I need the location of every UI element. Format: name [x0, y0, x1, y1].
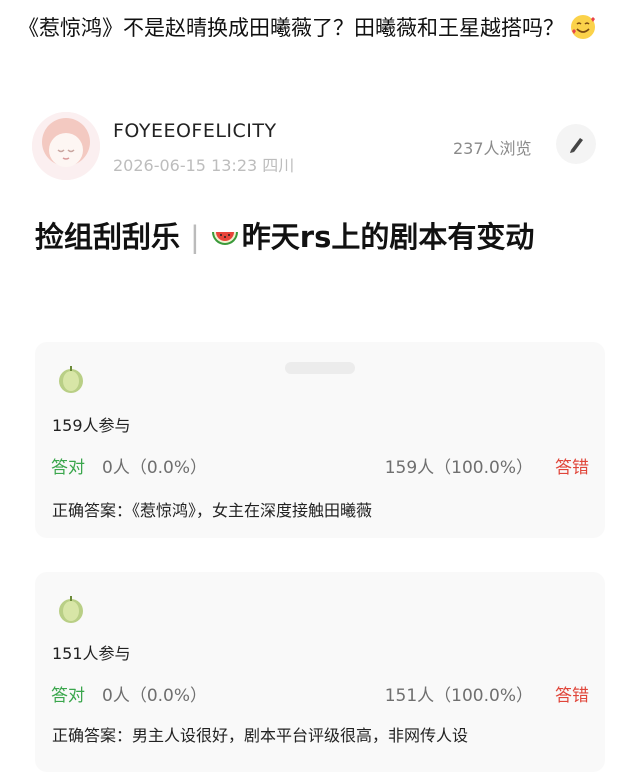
wrong-value: 159人（100.0%） [384, 458, 533, 478]
avatar-image [32, 112, 100, 180]
headline-text: 《惹惊鸿》不是赵晴换成田曦薇了？田曦薇和王星越搭吗？ [18, 16, 564, 40]
wrong-value: 151人（100.0%） [384, 686, 533, 706]
title-prefix: 捡组刮刮乐 [35, 220, 181, 254]
article-title: 捡组刮刮乐 | 昨天rs上的剧本有变动 [35, 214, 595, 261]
blurred-text [285, 362, 355, 374]
wrong-label: 答错 [555, 458, 589, 478]
author-name[interactable]: FOYEEOFELICITY [113, 120, 277, 142]
participant-count: 159人参与 [52, 416, 131, 435]
watermelon-icon [211, 232, 238, 245]
view-count: 237人浏览 [453, 139, 532, 158]
post-meta: 2026-06-15 13:23 四川 [113, 156, 295, 175]
correct-label: 答对 [51, 686, 85, 706]
correct-label: 答对 [51, 458, 85, 478]
melon-icon [59, 366, 83, 393]
correct-value: 0人（0.0%） [102, 458, 208, 478]
title-rest: 昨天rs上的剧本有变动 [241, 220, 535, 254]
title-separator: | [190, 220, 200, 254]
melon-icon [59, 596, 83, 623]
correct-answer: 正确答案：男主人设很好，剧本平台评级很高，非网传人设 [52, 726, 469, 745]
post-headline: 《惹惊鸿》不是赵晴换成田曦薇了？田曦薇和王星越搭吗？ [18, 10, 628, 47]
wrong-label: 答错 [555, 686, 589, 706]
edit-button[interactable] [556, 124, 596, 164]
quiz-card[interactable]: 159人参与 答对 0人（0.0%） 159人（100.0%） 答错 正确答案：… [35, 342, 605, 538]
avatar[interactable] [32, 112, 100, 180]
quiz-card[interactable]: 151人参与 答对 0人（0.0%） 151人（100.0%） 答错 正确答案：… [35, 572, 605, 772]
smiling-face-with-hearts-icon [571, 15, 595, 39]
correct-value: 0人（0.0%） [102, 686, 208, 706]
correct-answer: 正确答案：《惹惊鸿》，女主在深度接触田曦薇 [52, 501, 373, 520]
pencil-icon [570, 138, 583, 153]
participant-count: 151人参与 [52, 644, 131, 663]
